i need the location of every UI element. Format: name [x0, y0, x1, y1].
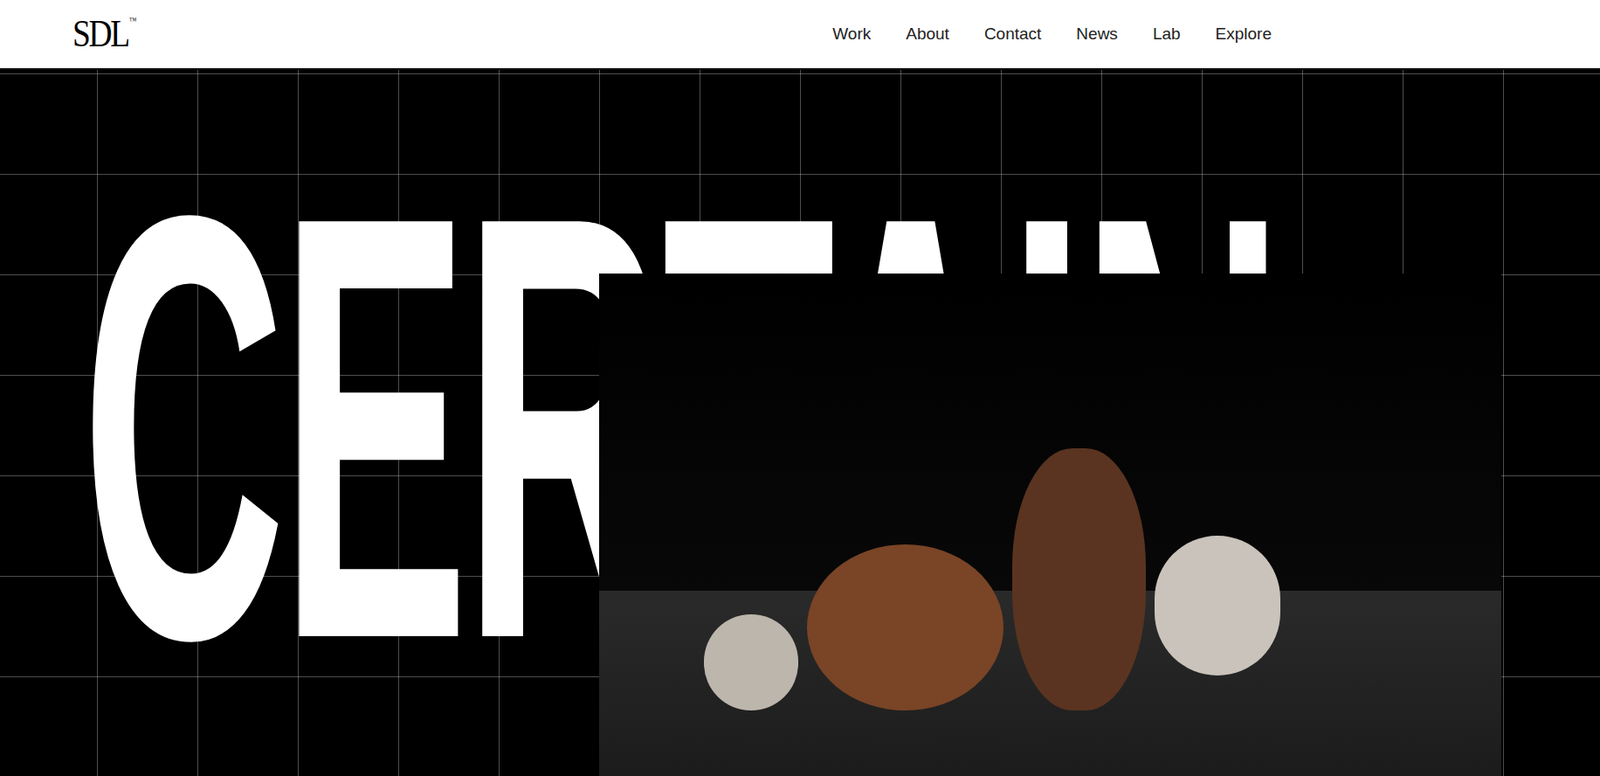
main-nav: Work About Contact News Lab Explore [832, 23, 1272, 45]
page: SDL™ Work About Contact News Lab Explore CERTAI… [0, 0, 1600, 776]
logo[interactable]: SDL™ [72, 14, 137, 54]
photo-shape [703, 613, 799, 711]
nav-link[interactable]: Work [832, 23, 871, 45]
nav-link[interactable]: About [905, 23, 950, 45]
photo-shape [806, 544, 1004, 711]
nav-link[interactable]: Explore [1215, 23, 1272, 45]
nav-link[interactable]: Lab [1152, 23, 1181, 45]
hero-photo [599, 273, 1502, 776]
logo-text: SDL [72, 14, 129, 54]
site-header: SDL™ Work About Contact News Lab Explore [0, 0, 1600, 70]
nav-link[interactable]: News [1075, 23, 1118, 45]
logo-mark: ™ [129, 16, 137, 26]
hero: CERTAIN [0, 69, 1600, 776]
nav-link[interactable]: Contact [984, 23, 1042, 45]
photo-shape [1154, 535, 1281, 676]
photo-subject [703, 413, 1281, 711]
photo-shape [1012, 448, 1146, 711]
